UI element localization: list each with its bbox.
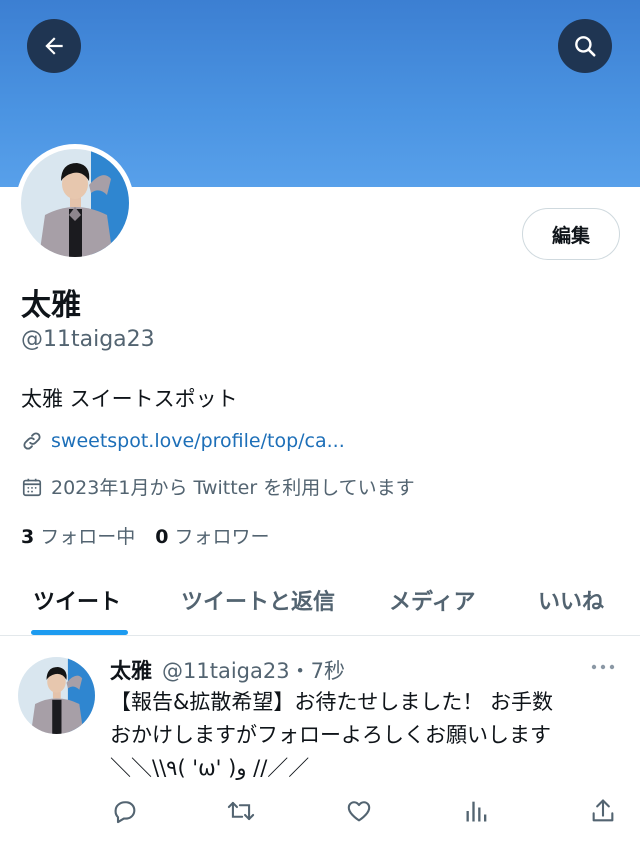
tab-likes[interactable]: いいね [538,584,604,616]
back-button[interactable] [27,19,81,73]
profile-link[interactable]: sweetspot.love/profile/top/ca... [51,430,345,452]
share-icon [592,799,614,822]
tweet-meta: @11taiga23・7秒 [162,659,345,683]
profile-avatar[interactable] [16,144,134,262]
profile-name: 太雅 [21,288,81,323]
tweet-text-line: ＼＼\\٩( 'ω' )و //／／ [110,756,310,780]
more-options-button[interactable] [590,657,616,676]
following-count: 3 [21,526,35,548]
tweet-avatar[interactable] [18,657,95,734]
reply-icon [114,801,136,824]
edit-profile-button[interactable]: 編集 [522,208,620,260]
profile-handle: @11taiga23 [21,327,155,352]
joined-date-row: 2023年1月から Twitter を利用しています [21,473,415,500]
tweet-text-line: 【報告&拡散希望】お待たせしました！ お手数 [110,690,554,714]
like-icon [347,801,371,822]
reply-button[interactable] [111,797,139,829]
tweet-text-line: おかけしますがフォローよろしくお願いします [110,723,551,747]
tweet-text: 【報告&拡散希望】お待たせしました！ お手数 おかけしますがフォローよろしくお願… [110,686,625,785]
calendar-icon [22,478,42,496]
following-link[interactable]: 3 フォロー中 [21,522,135,549]
profile-tabs: ツイート ツイートと返信 メディア いいね [0,570,640,636]
followers-count: 0 [155,526,169,548]
followers-label: フォロワー [174,526,270,548]
joined-date: 2023年1月から Twitter を利用しています [51,477,415,499]
tweet-author-name[interactable]: 太雅 [110,655,152,685]
link-icon [23,432,41,450]
tab-media[interactable]: メディア [389,584,475,616]
tweet-actions [0,797,640,827]
followers-link[interactable]: 0 フォロワー [155,522,269,549]
views-icon [466,801,487,822]
tab-tweets-and-replies[interactable]: ツイートと返信 [181,584,335,616]
profile-bio: 太雅 スイートスポット [21,387,238,411]
active-tab-indicator [31,630,128,635]
search-button[interactable] [558,19,612,73]
tweet-item[interactable]: 太雅 @11taiga23・7秒 【報告&拡散希望】お待たせしました！ お手数 … [0,637,640,855]
tab-tweets[interactable]: ツイート [33,584,121,616]
following-label: フォロー中 [40,526,136,548]
share-button[interactable] [589,797,617,829]
arrow-left-icon [45,37,63,55]
tweet-header: 太雅 @11taiga23・7秒 [110,655,345,685]
more-dots-icon [591,664,615,670]
avatar-image [21,149,129,257]
profile-link-row[interactable]: sweetspot.love/profile/top/ca... [21,430,345,452]
like-button[interactable] [345,797,373,829]
retweet-icon [227,801,255,821]
retweet-button[interactable] [226,797,256,829]
follow-stats: 3 フォロー中 0 フォロワー [21,522,270,549]
search-icon [575,36,596,57]
views-button[interactable] [463,797,491,829]
